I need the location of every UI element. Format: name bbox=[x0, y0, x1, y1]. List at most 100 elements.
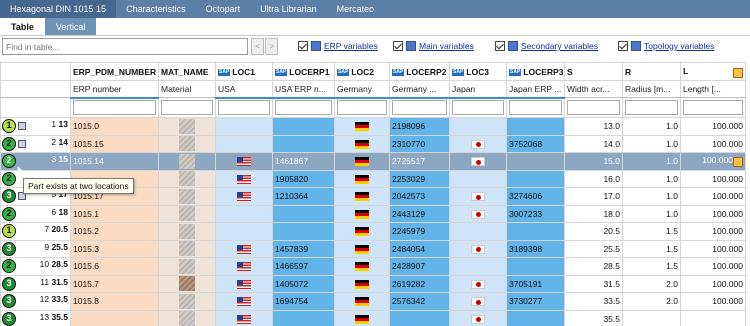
erp-number-cell[interactable]: 1015.8 bbox=[70, 292, 159, 311]
germany-erp-cell[interactable]: 2198096 bbox=[389, 117, 450, 136]
table-row[interactable]: 1 1 13 1015.0 2198096 13.0 1.0 100.000 bbox=[0, 117, 746, 136]
topology-variables-checkbox[interactable] bbox=[618, 41, 628, 51]
radius-cell[interactable]: 1.5 bbox=[622, 222, 681, 241]
usa-location-cell[interactable] bbox=[215, 152, 273, 171]
usa-erp-cell[interactable] bbox=[272, 309, 335, 326]
usa-erp-cell[interactable]: 1905820 bbox=[272, 169, 335, 188]
length-cell[interactable]: 100.000 bbox=[680, 117, 746, 136]
table-row[interactable]: 2 3 15 1015.14 1461867 2725517 15.0 1.0 100.000 bbox=[0, 152, 746, 171]
material-cell[interactable] bbox=[158, 222, 216, 241]
usa-erp-cell[interactable]: 1405072 bbox=[272, 274, 335, 293]
japan-location-cell[interactable] bbox=[449, 117, 507, 136]
filter-input[interactable] bbox=[218, 100, 270, 116]
erp-number-cell[interactable]: 1015.2 bbox=[70, 222, 159, 241]
material-cell[interactable] bbox=[158, 187, 216, 206]
width-cell[interactable]: 35.5 bbox=[564, 309, 623, 326]
tab-mercateo[interactable]: Mercateo bbox=[327, 0, 385, 18]
material-cell[interactable] bbox=[158, 204, 216, 223]
tab-vertical[interactable]: Vertical bbox=[44, 18, 97, 35]
length-cell[interactable]: 100.000 bbox=[680, 169, 746, 188]
width-cell[interactable]: 25.5 bbox=[564, 239, 623, 258]
erp-number-cell[interactable]: 1015.14 bbox=[70, 152, 159, 171]
japan-erp-cell[interactable] bbox=[506, 117, 565, 136]
material-cell[interactable] bbox=[158, 274, 216, 293]
filter-input[interactable] bbox=[567, 100, 620, 115]
status-indicator-icon[interactable]: 2 bbox=[2, 136, 16, 151]
usa-location-cell[interactable] bbox=[215, 257, 273, 276]
usa-location-cell[interactable] bbox=[215, 292, 273, 311]
japan-location-cell[interactable] bbox=[449, 204, 507, 223]
germany-location-cell[interactable] bbox=[334, 152, 390, 171]
length-cell[interactable]: 100.000 bbox=[680, 222, 746, 241]
material-cell[interactable] bbox=[158, 152, 216, 171]
filter-input[interactable] bbox=[73, 100, 156, 116]
main-variables-label[interactable]: Main variables bbox=[419, 41, 474, 51]
usa-location-cell[interactable] bbox=[215, 204, 273, 223]
usa-erp-cell[interactable] bbox=[272, 204, 335, 223]
collapse-icon[interactable] bbox=[18, 122, 26, 131]
erp-variables-checkbox[interactable] bbox=[298, 41, 308, 51]
secondary-variables-checkbox[interactable] bbox=[495, 41, 505, 51]
secondary-variables-option[interactable]: Secondary variables bbox=[495, 41, 598, 51]
radius-cell[interactable]: 1.0 bbox=[622, 169, 681, 188]
secondary-variables-label[interactable]: Secondary variables bbox=[521, 41, 598, 51]
length-cell[interactable]: 100.000 bbox=[680, 257, 746, 276]
usa-location-cell[interactable] bbox=[215, 309, 273, 326]
width-cell[interactable]: 33.5 bbox=[564, 292, 623, 311]
usa-erp-cell[interactable]: 1461867 bbox=[272, 152, 335, 171]
japan-erp-cell[interactable] bbox=[506, 257, 565, 276]
column-header-locerp3[interactable]: SAP LOCERP3 bbox=[506, 62, 565, 81]
collapse-icon[interactable] bbox=[18, 139, 26, 148]
length-cell[interactable]: 100.000 bbox=[680, 134, 746, 153]
erp-number-cell[interactable]: 1015.1 bbox=[70, 204, 159, 223]
radius-cell[interactable] bbox=[622, 309, 681, 326]
tab-part-title[interactable]: Hexagonal DIN 1015 15 bbox=[0, 0, 117, 18]
column-header-locerp1[interactable]: SAP LOCERP1 bbox=[272, 62, 335, 81]
radius-cell[interactable]: 2.0 bbox=[622, 292, 681, 311]
column-header-loc1[interactable]: SAP LOC1 bbox=[215, 62, 273, 81]
status-indicator-icon[interactable]: 3 bbox=[2, 294, 16, 309]
filter-input[interactable] bbox=[683, 100, 743, 115]
usa-location-cell[interactable] bbox=[215, 239, 273, 258]
status-indicator-icon[interactable]: 1 bbox=[2, 224, 16, 239]
germany-location-cell[interactable] bbox=[334, 187, 390, 206]
radius-cell[interactable]: 1.0 bbox=[622, 187, 681, 206]
filter-input[interactable] bbox=[275, 100, 332, 116]
germany-location-cell[interactable] bbox=[334, 134, 390, 153]
japan-location-cell[interactable] bbox=[449, 152, 507, 171]
usa-erp-cell[interactable] bbox=[272, 117, 335, 136]
status-indicator-icon[interactable]: 2 bbox=[2, 171, 16, 186]
radius-cell[interactable]: 1.5 bbox=[622, 239, 681, 258]
japan-location-cell[interactable] bbox=[449, 274, 507, 293]
width-cell[interactable]: 16.0 bbox=[564, 169, 623, 188]
japan-location-cell[interactable] bbox=[449, 257, 507, 276]
radius-cell[interactable]: 1.0 bbox=[622, 152, 681, 171]
germany-location-cell[interactable] bbox=[334, 169, 390, 188]
topology-variables-option[interactable]: Topology variables bbox=[618, 41, 714, 51]
germany-location-cell[interactable] bbox=[334, 309, 390, 326]
erp-number-cell[interactable] bbox=[70, 309, 159, 326]
erp-number-cell[interactable]: 1015.7 bbox=[70, 274, 159, 293]
germany-erp-cell[interactable]: 2310770 bbox=[389, 134, 450, 153]
filter-input[interactable] bbox=[392, 100, 447, 116]
column-header-loc2[interactable]: SAP LOC2 bbox=[334, 62, 390, 81]
japan-location-cell[interactable] bbox=[449, 187, 507, 206]
width-cell[interactable]: 17.0 bbox=[564, 187, 623, 206]
material-cell[interactable] bbox=[158, 169, 216, 188]
erp-number-cell[interactable]: 1015.3 bbox=[70, 239, 159, 258]
status-indicator-icon[interactable]: 2 bbox=[2, 259, 16, 274]
status-indicator-icon[interactable]: 3 bbox=[2, 241, 16, 256]
table-row[interactable]: 3 12 33.5 1015.8 1694754 2576342 3730277 33.5 2… bbox=[0, 292, 746, 311]
material-cell[interactable] bbox=[158, 309, 216, 326]
japan-erp-cell[interactable] bbox=[506, 222, 565, 241]
column-header[interactable]: MAT_NAME bbox=[158, 62, 216, 81]
radius-cell[interactable]: 2.0 bbox=[622, 274, 681, 293]
usa-erp-cell[interactable]: 1466597 bbox=[272, 257, 335, 276]
radius-cell[interactable]: 1.0 bbox=[622, 134, 681, 153]
usa-erp-cell[interactable]: 1210364 bbox=[272, 187, 335, 206]
width-cell[interactable]: 18.0 bbox=[564, 204, 623, 223]
length-cell[interactable]: 100.000 bbox=[680, 274, 746, 293]
japan-erp-cell[interactable]: 3752068 bbox=[506, 134, 565, 153]
germany-location-cell[interactable] bbox=[334, 292, 390, 311]
germany-erp-cell[interactable]: 2619282 bbox=[389, 274, 450, 293]
